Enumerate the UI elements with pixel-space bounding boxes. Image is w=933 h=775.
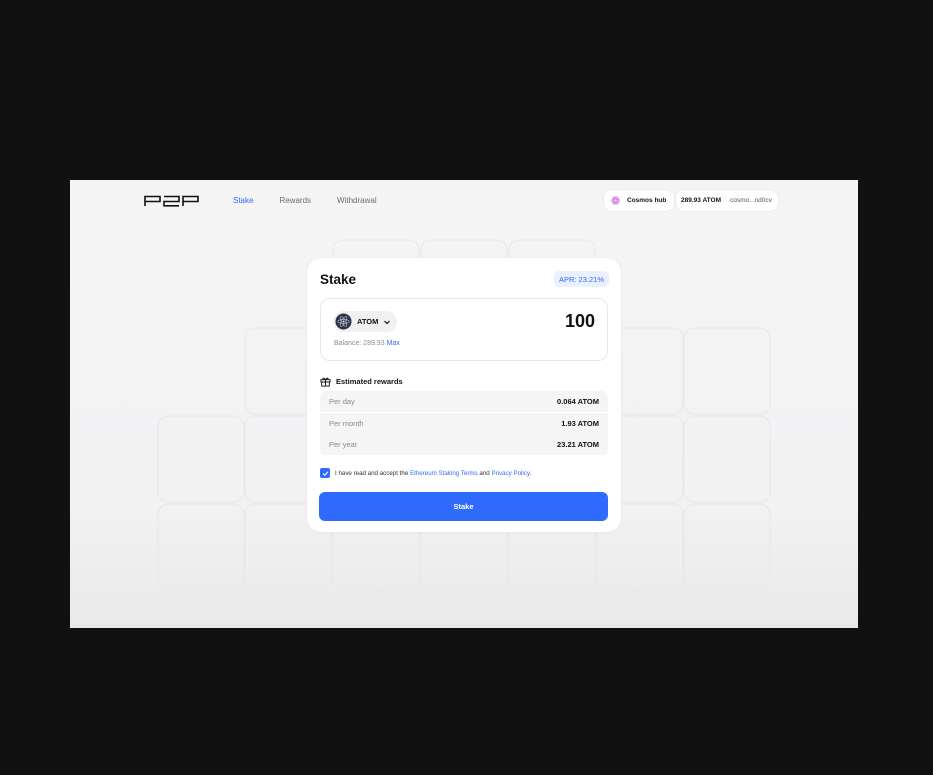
terms-agreement: I have read and accept the Ethereum Stak… [320, 468, 531, 478]
network-label: Cosmos hub [627, 197, 667, 204]
estimated-rewards-title: Estimated rewards [336, 377, 403, 386]
reward-label: Per year [329, 440, 358, 449]
wallet-balance: 289.93 ATOM [681, 197, 721, 204]
nav-stake[interactable]: Stake [233, 196, 253, 205]
p2p-logo[interactable] [144, 195, 200, 207]
reward-value: 1.93 ATOM [561, 418, 599, 428]
terms-and: and [479, 469, 490, 477]
balance-line: Balance: 289.93 Max [334, 340, 400, 347]
estimated-rewards-header: Estimated rewards [320, 376, 403, 387]
reward-value: 0.064 ATOM [557, 397, 599, 406]
wallet-address: cosmo...nd0cv [729, 197, 772, 204]
reward-row-day: Per day 0.064 ATOM [320, 391, 608, 412]
reward-row-year: Per year 23.21 ATOM [320, 434, 608, 455]
privacy-policy-link[interactable]: Privacy Policy [491, 470, 529, 477]
nav-withdrawal[interactable]: Withdrawal [337, 196, 377, 205]
cosmos-icon [610, 195, 621, 206]
token-selector[interactable]: ATOM [333, 311, 398, 332]
wallet-button[interactable]: 289.93 ATOM cosmo...nd0cv [676, 190, 778, 211]
rewards-table: Per day 0.064 ATOM Per month 1.93 ATOM P… [320, 391, 608, 456]
token-symbol: ATOM [357, 317, 379, 326]
amount-input-box[interactable]: ATOM 100 Balance: 289.93 Max [320, 298, 608, 361]
nav-rewards[interactable]: Rewards [279, 196, 311, 205]
reward-row-month: Per month 1.93 ATOM [320, 412, 608, 434]
app-window: Stake Rewards Withdrawal Cosmos hub 289.… [70, 180, 858, 628]
stake-amount-input[interactable]: 100 [565, 311, 595, 332]
balance-label: Balance: 289.93 [334, 340, 385, 347]
terms-suffix: . [529, 469, 532, 477]
apr-badge: APR: 23.21% [553, 271, 609, 287]
chevron-down-icon [384, 320, 391, 324]
stake-card: Stake APR: 23.21% ATOM 100 Balance: 289.… [307, 258, 621, 532]
main-nav: Stake Rewards Withdrawal [233, 196, 377, 205]
stake-button[interactable]: Stake [319, 492, 608, 521]
max-button[interactable]: Max [387, 340, 400, 347]
check-icon [322, 470, 328, 476]
terms-checkbox[interactable] [320, 468, 330, 478]
network-selector[interactable]: Cosmos hub [604, 190, 675, 211]
atom-icon [335, 313, 352, 330]
reward-value: 23.21 ATOM [557, 440, 599, 449]
terms-prefix: I have read and accept the [335, 469, 409, 477]
gift-icon [320, 377, 331, 387]
staking-terms-link[interactable]: Ethereum Staking Terms [410, 470, 478, 477]
card-title: Stake [320, 272, 357, 287]
reward-label: Per month [329, 418, 364, 428]
reward-label: Per day [329, 397, 355, 406]
